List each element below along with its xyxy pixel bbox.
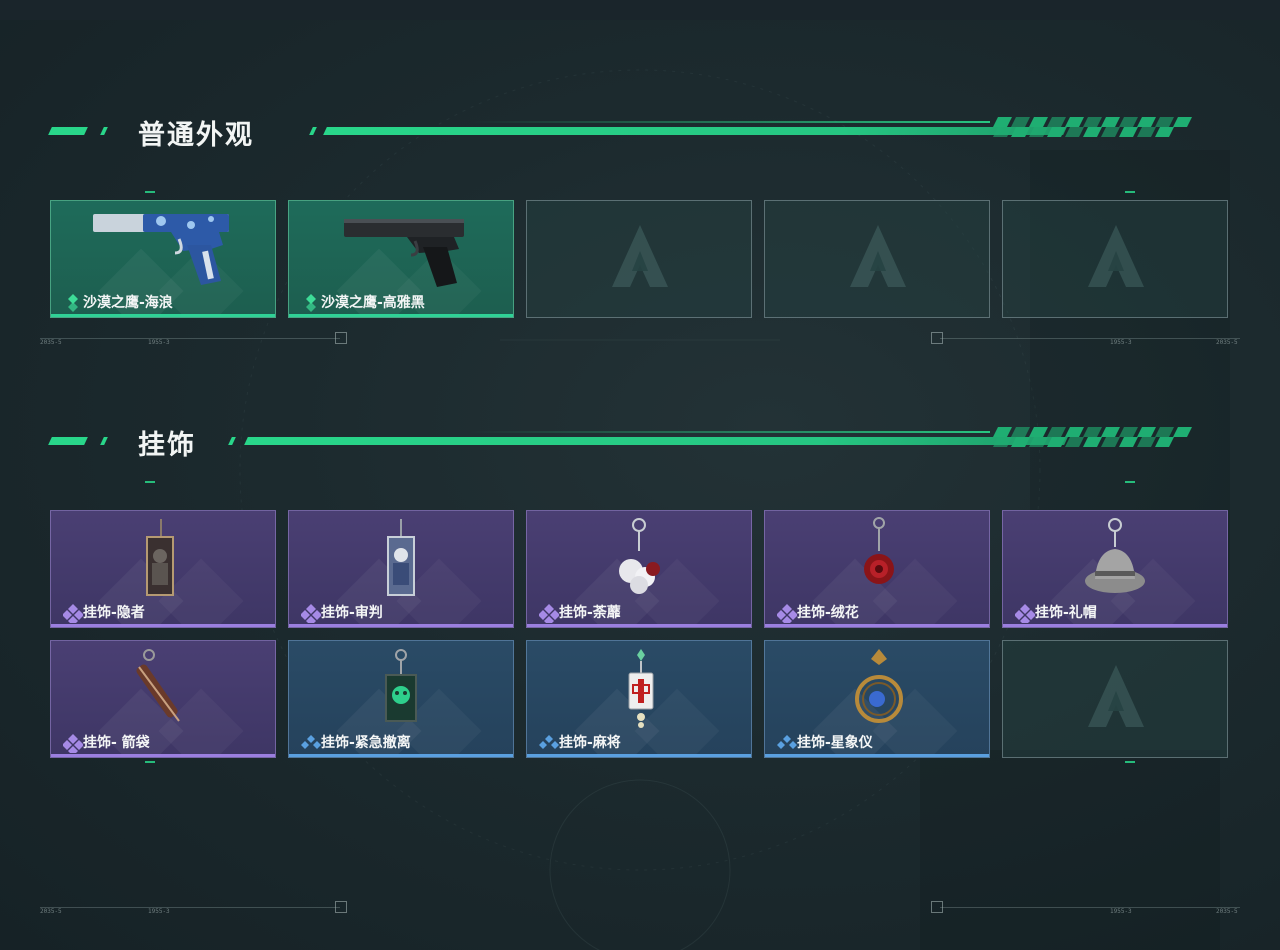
charm-slot[interactable]: 挂饰-绒花 <box>764 510 990 628</box>
crosshair-square <box>931 332 943 344</box>
rarity-bar <box>765 754 989 757</box>
rarity-blue-icon <box>301 735 321 749</box>
coord-text: 1955-3 <box>1110 908 1132 915</box>
charm-label: 挂饰-绒花 <box>797 605 859 621</box>
rarity-bar <box>289 314 513 317</box>
rarity-purple-icon <box>539 604 559 623</box>
placeholder-logo-icon <box>1088 225 1144 287</box>
coord-text: 1955-3 <box>148 339 170 346</box>
rarity-green-icon <box>306 294 316 312</box>
rarity-purple-icon <box>301 604 321 623</box>
placeholder-logo-icon <box>612 225 668 287</box>
crosshair-square <box>931 901 943 913</box>
header-tick <box>228 437 236 445</box>
empty-slot[interactable] <box>764 200 990 318</box>
crosshair-line <box>40 907 340 908</box>
crosshair-line <box>940 338 1240 339</box>
corner-tick <box>145 191 155 193</box>
rarity-bar <box>289 624 513 627</box>
charm-slot[interactable]: 挂饰-审判 <box>288 510 514 628</box>
section-header-charms: 挂饰 <box>48 427 1210 461</box>
rarity-blue-icon <box>539 735 559 749</box>
top-bar <box>0 0 1280 20</box>
charm-label: 挂饰-麻将 <box>559 735 621 751</box>
header-bar <box>244 437 1068 445</box>
section-header-skins: 普通外观 <box>48 117 1210 151</box>
coord-text: 2035-5 <box>40 908 62 915</box>
charm-slot[interactable]: 挂饰-麻将 <box>526 640 752 758</box>
rarity-bar <box>1003 624 1227 627</box>
checker-pattern <box>993 117 1192 137</box>
header-dash <box>48 127 88 135</box>
coord-text: 2035-5 <box>40 339 62 346</box>
skin-label: 沙漠之鹰-海浪 <box>83 295 173 311</box>
header-dash <box>100 437 108 445</box>
charm-label: 挂饰-星象仪 <box>797 735 873 751</box>
checker-pattern <box>993 427 1192 447</box>
corner-tick <box>145 481 155 483</box>
charm-slot[interactable]: 挂饰- 箭袋 <box>50 640 276 758</box>
placeholder-logo-icon <box>1088 665 1144 727</box>
rarity-purple-icon <box>1015 604 1035 623</box>
charm-slot[interactable]: 挂饰-隐者 <box>50 510 276 628</box>
header-bar <box>323 127 1067 135</box>
header-thin-line <box>470 431 990 433</box>
charm-label: 挂饰-审判 <box>321 605 383 621</box>
corner-tick <box>1125 481 1135 483</box>
rarity-bar <box>765 624 989 627</box>
rarity-purple-icon <box>63 604 83 623</box>
crosshair-square <box>335 901 347 913</box>
header-tick <box>309 127 317 135</box>
corner-tick <box>145 761 155 763</box>
coord-text: 1955-3 <box>1110 339 1132 346</box>
section-title: 挂饰 <box>138 430 196 461</box>
header-thin-line <box>470 121 990 123</box>
charm-label: 挂饰-荼蘼 <box>559 605 621 621</box>
coord-text: 2035-5 <box>1216 908 1238 915</box>
section-title: 普通外观 <box>138 120 254 151</box>
empty-slot[interactable] <box>1002 640 1228 758</box>
charm-label: 挂饰-紧急撤离 <box>321 735 411 751</box>
coord-text: 1955-3 <box>148 908 170 915</box>
skin-label: 沙漠之鹰-高雅黑 <box>321 295 425 311</box>
rarity-bar <box>289 754 513 757</box>
placeholder-logo-icon <box>850 225 906 287</box>
skin-slot[interactable]: 沙漠之鹰-高雅黑 <box>288 200 514 318</box>
charm-slot[interactable]: 挂饰-星象仪 <box>764 640 990 758</box>
rarity-bar <box>51 624 275 627</box>
corner-tick <box>1125 761 1135 763</box>
charm-slot[interactable]: 挂饰-礼帽 <box>1002 510 1228 628</box>
rarity-purple-icon <box>63 734 83 753</box>
charm-label: 挂饰- 箭袋 <box>83 735 150 751</box>
crosshair-line <box>40 338 340 339</box>
rarity-purple-icon <box>777 604 797 623</box>
header-dash <box>48 437 88 445</box>
crosshair-line <box>940 907 1240 908</box>
corner-tick <box>1125 191 1135 193</box>
charm-slot[interactable]: 挂饰-紧急撤离 <box>288 640 514 758</box>
skin-slot[interactable]: 沙漠之鹰-海浪 <box>50 200 276 318</box>
rarity-bar <box>51 754 275 757</box>
rarity-green-icon <box>68 294 78 312</box>
rarity-blue-icon <box>777 735 797 749</box>
rarity-bar <box>527 624 751 627</box>
empty-slot[interactable] <box>526 200 752 318</box>
rarity-bar <box>527 754 751 757</box>
crosshair-square <box>335 332 347 344</box>
charm-label: 挂饰-礼帽 <box>1035 605 1097 621</box>
header-dash <box>100 127 108 135</box>
charm-slot[interactable]: 挂饰-荼蘼 <box>526 510 752 628</box>
empty-slot[interactable] <box>1002 200 1228 318</box>
rarity-bar <box>51 314 275 317</box>
coord-text: 2035-5 <box>1216 339 1238 346</box>
charm-label: 挂饰-隐者 <box>83 605 145 621</box>
